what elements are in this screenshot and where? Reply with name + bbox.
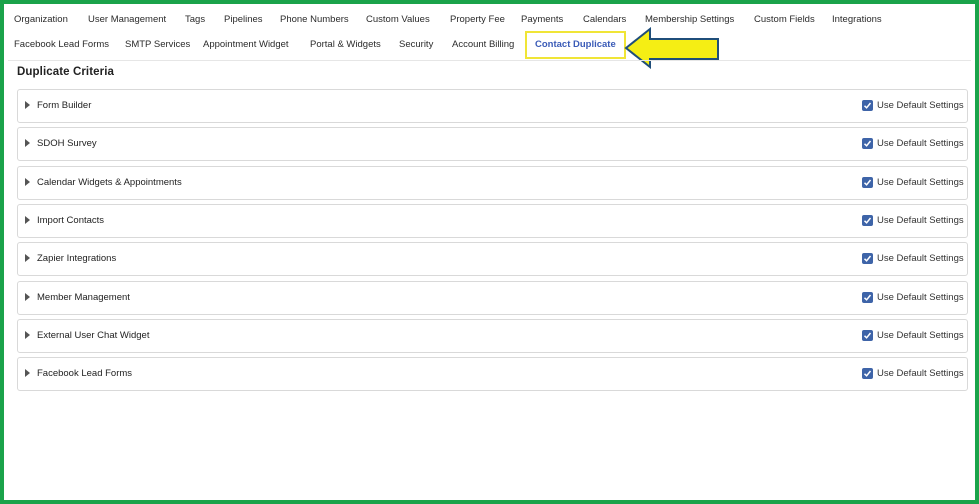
tab-account-billing[interactable]: Account Billing	[452, 33, 514, 57]
tabs-divider	[8, 60, 971, 61]
tab-integrations[interactable]: Integrations	[832, 8, 882, 32]
criteria-row-external-user-chat-widget[interactable]: External User Chat Widget Use Default Se…	[17, 319, 968, 353]
tab-facebook-lead-forms[interactable]: Facebook Lead Forms	[14, 33, 109, 57]
tab-organization[interactable]: Organization	[14, 8, 68, 32]
use-default-checkbox[interactable]	[862, 177, 873, 188]
checkmark-icon	[863, 370, 872, 377]
criteria-label: Calendar Widgets & Appointments	[37, 177, 182, 188]
tab-pipelines[interactable]: Pipelines	[224, 8, 263, 32]
use-default-checkbox[interactable]	[862, 330, 873, 341]
criteria-row-import-contacts[interactable]: Import Contacts Use Default Settings	[17, 204, 968, 238]
checkmark-icon	[863, 102, 872, 109]
use-default-checkbox[interactable]	[862, 292, 873, 303]
caret-right-icon[interactable]	[25, 139, 30, 147]
caret-right-icon[interactable]	[25, 178, 30, 186]
use-default-label[interactable]: Use Default Settings	[877, 128, 964, 160]
use-default-label[interactable]: Use Default Settings	[877, 167, 964, 199]
tab-custom-values[interactable]: Custom Values	[366, 8, 430, 32]
use-default-checkbox[interactable]	[862, 100, 873, 111]
caret-right-icon[interactable]	[25, 254, 30, 262]
tab-tags[interactable]: Tags	[185, 8, 205, 32]
use-default-label[interactable]: Use Default Settings	[877, 358, 964, 390]
use-default-checkbox[interactable]	[862, 215, 873, 226]
use-default-label[interactable]: Use Default Settings	[877, 320, 964, 352]
tab-phone-numbers[interactable]: Phone Numbers	[280, 8, 349, 32]
caret-right-icon[interactable]	[25, 331, 30, 339]
use-default-label[interactable]: Use Default Settings	[877, 243, 964, 275]
caret-right-icon[interactable]	[25, 216, 30, 224]
caret-right-icon[interactable]	[25, 101, 30, 109]
checkmark-icon	[863, 140, 872, 147]
criteria-row-calendar-widgets[interactable]: Calendar Widgets & Appointments Use Defa…	[17, 166, 968, 200]
use-default-label[interactable]: Use Default Settings	[877, 282, 964, 314]
tab-contact-duplicate[interactable]: Contact Duplicate	[525, 31, 626, 59]
use-default-label[interactable]: Use Default Settings	[877, 205, 964, 237]
caret-right-icon[interactable]	[25, 293, 30, 301]
arrow-left-icon	[624, 27, 719, 69]
checkmark-icon	[863, 294, 872, 301]
use-default-label[interactable]: Use Default Settings	[877, 90, 964, 122]
tab-smtp-services[interactable]: SMTP Services	[125, 33, 190, 57]
tab-payments[interactable]: Payments	[521, 8, 563, 32]
tab-calendars[interactable]: Calendars	[583, 8, 626, 32]
criteria-label: Form Builder	[37, 100, 92, 111]
tab-security[interactable]: Security	[399, 33, 433, 57]
page-title: Duplicate Criteria	[17, 66, 115, 78]
checkmark-icon	[863, 179, 872, 186]
criteria-label: Member Management	[37, 292, 130, 303]
criteria-label: Import Contacts	[37, 215, 105, 226]
criteria-row-member-management[interactable]: Member Management Use Default Settings	[17, 281, 968, 315]
criteria-label: Zapier Integrations	[37, 253, 117, 264]
criteria-label: Facebook Lead Forms	[37, 368, 133, 379]
use-default-checkbox[interactable]	[862, 138, 873, 149]
criteria-row-sdoh-survey[interactable]: SDOH Survey Use Default Settings	[17, 127, 968, 161]
checkmark-icon	[863, 332, 872, 339]
criteria-label: External User Chat Widget	[37, 330, 150, 341]
use-default-checkbox[interactable]	[862, 253, 873, 264]
criteria-row-zapier-integrations[interactable]: Zapier Integrations Use Default Settings	[17, 242, 968, 276]
use-default-checkbox[interactable]	[862, 368, 873, 379]
tab-appointment-widget[interactable]: Appointment Widget	[203, 33, 289, 57]
tab-property-fee[interactable]: Property Fee	[450, 8, 505, 32]
tab-portal-widgets[interactable]: Portal & Widgets	[310, 33, 381, 57]
tab-user-management[interactable]: User Management	[88, 8, 166, 32]
checkmark-icon	[863, 255, 872, 262]
criteria-row-form-builder[interactable]: Form Builder Use Default Settings	[17, 89, 968, 123]
tab-custom-fields[interactable]: Custom Fields	[754, 8, 815, 32]
criteria-row-facebook-lead-forms[interactable]: Facebook Lead Forms Use Default Settings	[17, 357, 968, 391]
checkmark-icon	[863, 217, 872, 224]
caret-right-icon[interactable]	[25, 369, 30, 377]
criteria-label: SDOH Survey	[37, 138, 97, 149]
